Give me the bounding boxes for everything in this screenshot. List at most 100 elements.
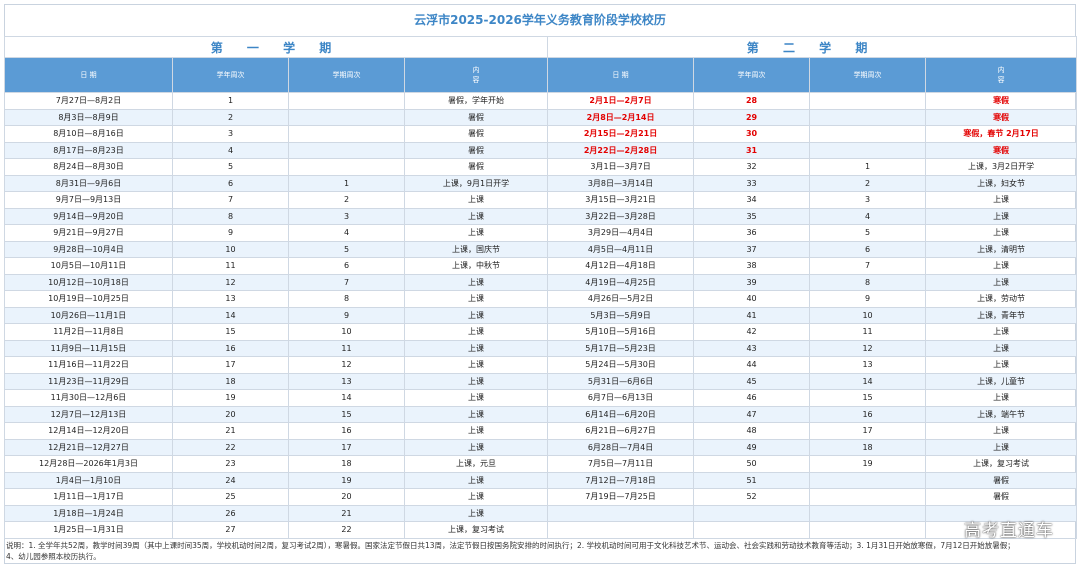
term-week-s1: 10 xyxy=(288,323,405,341)
school-week-s2: 28 xyxy=(693,92,811,110)
date-s1: 1月11日—1月17日 xyxy=(4,488,173,506)
content-s2: 暑假 xyxy=(925,471,1078,489)
content-s1: 上课 xyxy=(403,471,549,489)
table-row: 12月14日—12月20日 21 16 上课 6月21日—6月27日 48 17 上课 xyxy=(4,422,1078,440)
content-s2: 上课，妇女节 xyxy=(925,174,1078,192)
table-row: 8月3日—8月9日 2 暑假 2月8日—2月14日 29 寒假 xyxy=(4,108,1078,126)
term-week-s2: 19 xyxy=(809,455,927,473)
content-s2: 上课，端午节 xyxy=(925,405,1078,423)
term-week-s1: 17 xyxy=(288,438,405,456)
school-week-s2: 37 xyxy=(693,240,811,258)
term-week-s2: 2 xyxy=(809,174,927,192)
date-s2: 3月8日—3月14日 xyxy=(547,174,695,192)
date-s2: 2月8日—2月14日 xyxy=(547,108,695,126)
school-week-s2 xyxy=(693,504,811,522)
term-week-s2 xyxy=(809,141,927,159)
table-row: 11月30日—12月6日 19 14 上课 6月7日—6月13日 46 15 上课 xyxy=(4,389,1078,407)
term-week-s2 xyxy=(809,504,927,522)
term-week-s1: 2 xyxy=(288,191,405,209)
content-s1: 上课 xyxy=(403,207,549,225)
school-week-s1: 1 xyxy=(172,92,289,110)
table-row: 12月7日—12月13日 20 15 上课 6月14日—6月20日 47 16 上课，端午节 xyxy=(4,405,1078,423)
term-week-s2 xyxy=(809,108,927,126)
term-week-s1: 3 xyxy=(288,207,405,225)
term-week-s1: 20 xyxy=(288,488,405,506)
content-s2: 上课，青年节 xyxy=(925,306,1078,324)
date-s1: 10月19日—10月25日 xyxy=(4,290,173,308)
table-row: 11月16日—11月22日 17 12 上课 5月24日—5月30日 44 13 上课 xyxy=(4,356,1078,374)
content-s1: 暑假 xyxy=(403,141,549,159)
content-s1: 上课 xyxy=(403,323,549,341)
school-calendar-table: 第 一 学 期 第 二 学 期 日 期 学年周次 学期周次 内 容 日 期 学年… xyxy=(3,36,1078,539)
school-week-s1: 15 xyxy=(172,323,289,341)
content-s2: 寒假，春节 2月17日 xyxy=(925,125,1078,143)
table-row: 1月18日—1月24日 26 21 上课 xyxy=(4,504,1078,522)
school-week-s2: 49 xyxy=(693,438,811,456)
school-week-s2: 30 xyxy=(693,125,811,143)
date-s1: 12月21日—12月27日 xyxy=(4,438,173,456)
table-row: 12月28日—2026年1月3日 23 18 上课，元旦 7月5日—7月11日 50 19 上… xyxy=(4,455,1078,473)
school-week-s2: 36 xyxy=(693,224,811,242)
table-row: 9月7日—9月13日 7 2 上课 3月15日—3月21日 34 3 上课 xyxy=(4,191,1078,209)
content-s1: 上课，国庆节 xyxy=(403,240,549,258)
school-week-s1: 10 xyxy=(172,240,289,258)
date-s2: 4月12日—4月18日 xyxy=(547,257,695,275)
date-s1: 8月10日—8月16日 xyxy=(4,125,173,143)
header-school-week: 学年周次 xyxy=(172,57,289,93)
content-s1: 上课 xyxy=(403,290,549,308)
date-s1: 9月7日—9月13日 xyxy=(4,191,173,209)
date-s2: 6月21日—6月27日 xyxy=(547,422,695,440)
school-week-s1: 9 xyxy=(172,224,289,242)
content-s1: 上课 xyxy=(403,224,549,242)
content-s1: 上课 xyxy=(403,372,549,390)
date-s2: 6月7日—6月13日 xyxy=(547,389,695,407)
date-s2: 5月24日—5月30日 xyxy=(547,356,695,374)
content-s2: 上课，劳动节 xyxy=(925,290,1078,308)
content-s1: 上课 xyxy=(403,273,549,291)
date-s2: 2月15日—2月21日 xyxy=(547,125,695,143)
content-s2: 上课 xyxy=(925,438,1078,456)
date-s1: 8月17日—8月23日 xyxy=(4,141,173,159)
term-week-s1: 15 xyxy=(288,405,405,423)
school-week-s1: 19 xyxy=(172,389,289,407)
table-row: 8月10日—8月16日 3 暑假 2月15日—2月21日 30 寒假，春节 2月17日 xyxy=(4,125,1078,143)
term-week-s2 xyxy=(809,92,927,110)
school-week-s2: 47 xyxy=(693,405,811,423)
header-term-week-2: 学期周次 xyxy=(809,57,927,93)
term-week-s2: 3 xyxy=(809,191,927,209)
school-week-s1: 5 xyxy=(172,158,289,176)
content-s1: 暑假，学年开始 xyxy=(403,92,549,110)
school-week-s1: 22 xyxy=(172,438,289,456)
content-s1: 上课 xyxy=(403,356,549,374)
table-row: 9月21日—9月27日 9 4 上课 3月29日—4月4日 36 5 上课 xyxy=(4,224,1078,242)
school-week-s1: 13 xyxy=(172,290,289,308)
date-s2: 3月1日—3月7日 xyxy=(547,158,695,176)
term-week-s2: 9 xyxy=(809,290,927,308)
date-s1: 10月5日—10月11日 xyxy=(4,257,173,275)
content-s2: 上课 xyxy=(925,339,1078,357)
date-s2: 5月3日—5月9日 xyxy=(547,306,695,324)
content-s1: 上课 xyxy=(403,405,549,423)
term-week-s1: 19 xyxy=(288,471,405,489)
table-row: 10月5日—10月11日 11 6 上课，中秋节 4月12日—4月18日 38 7 上课 xyxy=(4,257,1078,275)
content-s2: 上课 xyxy=(925,191,1078,209)
term-week-s1: 1 xyxy=(288,174,405,192)
term-week-s2: 16 xyxy=(809,405,927,423)
content-s2: 上课 xyxy=(925,356,1078,374)
term-week-s1: 18 xyxy=(288,455,405,473)
school-week-s2: 50 xyxy=(693,455,811,473)
date-s1: 11月16日—11月22日 xyxy=(4,356,173,374)
page-title: 云浮市2025-2026学年义务教育阶段学校校历 xyxy=(414,13,666,27)
semester-1-label: 第 一 学 期 xyxy=(3,36,549,58)
table-row: 8月17日—8月23日 4 暑假 2月22日—2月28日 31 寒假 xyxy=(4,141,1078,159)
term-week-s2 xyxy=(809,521,927,539)
date-s2: 7月5日—7月11日 xyxy=(547,455,695,473)
date-s2: 4月26日—5月2日 xyxy=(547,290,695,308)
school-week-s1: 20 xyxy=(172,405,289,423)
school-week-s2: 42 xyxy=(693,323,811,341)
term-week-s2: 10 xyxy=(809,306,927,324)
school-week-s2: 46 xyxy=(693,389,811,407)
table-row: 1月11日—1月17日 25 20 上课 7月19日—7月25日 52 暑假 xyxy=(4,488,1078,506)
school-week-s1: 23 xyxy=(172,455,289,473)
school-week-s1: 14 xyxy=(172,306,289,324)
